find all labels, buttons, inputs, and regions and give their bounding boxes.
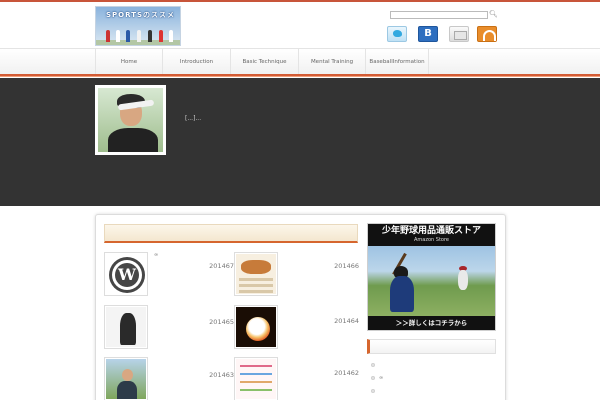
logo-figure (116, 30, 120, 42)
search-input[interactable] (390, 11, 488, 19)
banner-header: 少年野球用品通販ストア Amazon Store (368, 224, 495, 246)
doc-line (240, 373, 272, 375)
fire-baseball-image (236, 307, 276, 347)
twitter-icon[interactable] (387, 26, 407, 42)
hero-excerpt: [...]... (185, 115, 202, 122)
woman-portrait-image (106, 359, 146, 399)
site-logo[interactable]: SPORTSのススメ (95, 6, 181, 46)
author-avatar[interactable] (95, 85, 166, 155)
bullet-icon (371, 375, 375, 380)
post-item[interactable]: 201466 (234, 252, 359, 300)
doc-line (240, 381, 272, 383)
menu-line (239, 290, 273, 293)
player-figure (120, 313, 136, 345)
pitcher-figure (458, 270, 468, 290)
post-date: 201462 (334, 369, 359, 377)
sidebar-widget-item[interactable] (371, 362, 496, 371)
post-thumbnail[interactable] (104, 357, 148, 400)
wp-letter: W (115, 263, 139, 287)
menu-line (239, 284, 273, 287)
post-thumbnail[interactable] (234, 305, 278, 349)
banner-subtitle: Amazon Store (413, 237, 449, 243)
mail-icon[interactable] (449, 26, 469, 42)
post-item[interactable]: 201464 (234, 305, 359, 353)
rss-icon[interactable] (477, 26, 497, 42)
logo-figure (106, 30, 110, 42)
logo-figure (148, 30, 152, 42)
main-nav: Home Introduction Basic Technique Mental… (0, 48, 600, 75)
banner-title: 少年野球用品通販ストア (381, 226, 481, 236)
logo-figure (169, 30, 173, 42)
avatar-body (108, 128, 158, 152)
post-item[interactable]: 201463 (104, 357, 234, 400)
hero-section: [...]... (0, 78, 600, 206)
widget-item-label: ∞ (379, 375, 384, 381)
sidebar-widget-item[interactable] (371, 388, 496, 397)
baseball-icon (246, 317, 270, 341)
logo-figure (159, 30, 163, 42)
menu-dish (241, 260, 271, 274)
bullet-icon (371, 362, 375, 367)
logo-text: SPORTSのススメ (106, 11, 176, 19)
nav-item-home[interactable]: Home (96, 49, 163, 75)
batter-figure (390, 276, 414, 312)
post-date: 201465 (209, 318, 234, 326)
sidebar-widget-header (367, 339, 496, 354)
wordpress-logo-icon: W (106, 254, 146, 294)
post-item[interactable]: 201465 (104, 305, 234, 353)
amazon-store-banner[interactable]: 少年野球用品通販ストア Amazon Store ＞＞詳しくはコチラから (367, 223, 496, 331)
portrait-body (117, 381, 137, 399)
nav-items: Home Introduction Basic Technique Mental… (95, 49, 429, 75)
portrait-head (122, 369, 133, 381)
food-menu-image (236, 254, 276, 294)
post-thumbnail[interactable]: W (104, 252, 148, 296)
logo-figure (137, 30, 141, 42)
doc-line (240, 365, 272, 367)
banner-baseball-photo (368, 246, 495, 318)
post-thumbnail[interactable] (104, 305, 148, 349)
post-item[interactable]: 201462 (234, 357, 359, 400)
post-date: 201467 (209, 262, 234, 270)
bullet-icon (371, 388, 375, 393)
post-item[interactable]: W ∞ 201467 (104, 252, 234, 300)
search-icon[interactable]: 🔍︎ (489, 10, 498, 19)
nav-item-introduction[interactable]: Introduction (163, 49, 231, 75)
nav-item-mental-training[interactable]: Mental Training (299, 49, 366, 75)
chart-doc-image (236, 359, 276, 399)
post-date: 201463 (209, 371, 234, 379)
nav-item-baseball-information[interactable]: BaseballInformation (366, 49, 429, 75)
nav-accent-line (0, 74, 600, 77)
menu-line (239, 278, 273, 281)
sidebar-widget-item[interactable]: ∞ (371, 375, 496, 384)
logo-figure (126, 30, 130, 42)
nav-item-basic-technique[interactable]: Basic Technique (231, 49, 299, 75)
banner-cta[interactable]: ＞＞詳しくはコチラから (368, 316, 495, 330)
post-date: 201464 (334, 317, 359, 325)
hatena-bookmark-icon[interactable]: B (418, 26, 438, 42)
avatar-photo (98, 88, 163, 152)
section-header (104, 224, 358, 243)
site-header: SPORTSのススメ 🔍︎ B (0, 2, 600, 48)
bw-player-image (106, 307, 146, 347)
post-thumbnail[interactable] (234, 357, 278, 400)
post-date: 201466 (334, 262, 359, 270)
post-thumbnail[interactable] (234, 252, 278, 296)
post-title[interactable]: ∞ (154, 252, 158, 258)
doc-line (240, 389, 272, 391)
